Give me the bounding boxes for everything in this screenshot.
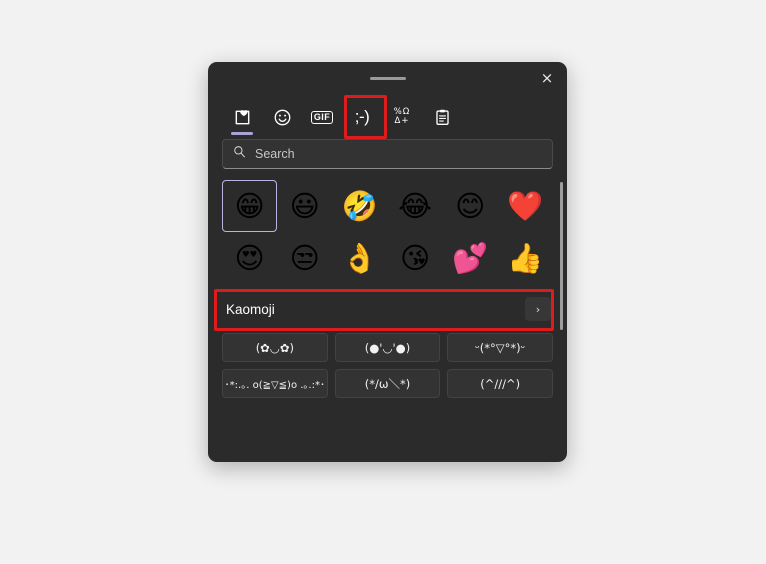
vertical-scrollbar[interactable]: [560, 182, 563, 462]
panel-titlebar: ×: [208, 62, 567, 94]
clipboard-heart-icon: [233, 108, 252, 127]
symbols-icon-bottom: Δ+: [394, 116, 410, 126]
emoji-cell[interactable]: 👌: [332, 232, 387, 284]
kaomoji-tile[interactable]: ･*:.｡. o(≧▽≦)o .｡.:*･: [222, 369, 328, 398]
tab-symbols[interactable]: %Ω Δ+: [382, 98, 422, 136]
kaomoji-tile[interactable]: ᵕ(*°▽°*)ᵕ: [447, 333, 553, 362]
emoji-cell[interactable]: 👍: [498, 232, 553, 284]
emoji-cell[interactable]: 😘: [388, 232, 443, 284]
emoji-cell[interactable]: 💕: [443, 232, 498, 284]
kaomoji-tile[interactable]: (●'◡'●): [334, 333, 441, 362]
tab-emoji[interactable]: [262, 98, 302, 136]
wink-face-icon: ;-): [354, 107, 370, 126]
emoji-cell[interactable]: 😁: [222, 180, 278, 232]
kaomoji-tile[interactable]: (*/ω＼*): [334, 369, 441, 398]
emoji-cell[interactable]: 😍: [222, 232, 277, 284]
tab-recently-used[interactable]: [222, 98, 262, 136]
tab-gif[interactable]: GIF: [302, 98, 342, 136]
kaomoji-grid: (✿◡✿) (●'◡'●) ᵕ(*°▽°*)ᵕ ･*:.｡. o(≧▽≦)o .…: [222, 333, 553, 398]
drag-handle[interactable]: [369, 77, 406, 80]
chevron-right-icon[interactable]: ›: [525, 297, 551, 321]
smiley-icon: [273, 108, 292, 127]
emoji-cell[interactable]: 😒: [277, 232, 332, 284]
emoji-cell[interactable]: 😊: [443, 180, 498, 232]
emoji-grid: 😁 😃 🤣 😂 😊 ❤️ 😍 😒 👌 😘 💕 👍: [222, 180, 553, 284]
search-section: Search: [208, 136, 567, 169]
tab-clipboard-history[interactable]: [422, 98, 462, 136]
emoji-cell[interactable]: ❤️: [498, 180, 553, 232]
tab-kaomoji[interactable]: ;-): [342, 95, 387, 139]
kaomoji-section-title: Kaomoji: [226, 301, 275, 317]
kaomoji-tile[interactable]: (✿◡✿): [222, 333, 328, 362]
kaomoji-section-header[interactable]: Kaomoji ›: [214, 289, 554, 331]
emoji-cell[interactable]: 🤣: [332, 180, 387, 232]
emoji-cell[interactable]: 😂: [388, 180, 443, 232]
kaomoji-tile[interactable]: (^///^): [447, 369, 553, 398]
gif-icon: GIF: [310, 110, 334, 124]
search-input[interactable]: Search: [222, 139, 553, 169]
active-tab-indicator: [231, 132, 253, 135]
close-button[interactable]: ×: [533, 66, 561, 90]
scrollbar-thumb[interactable]: [560, 182, 563, 330]
search-placeholder: Search: [255, 147, 295, 161]
emoji-panel: × GIF ;-) %Ω Δ+ Search 😁 😃 🤣 😂 😊 ❤️ 😍 😒 …: [208, 62, 567, 462]
search-icon: [233, 145, 246, 163]
emoji-scroll-area: 😁 😃 🤣 😂 😊 ❤️ 😍 😒 👌 😘 💕 👍 Kaomoji › (✿◡✿)…: [208, 180, 567, 462]
tab-strip: GIF ;-) %Ω Δ+: [208, 94, 567, 139]
symbols-icon: %Ω Δ+: [394, 108, 411, 126]
clipboard-icon: [433, 108, 452, 127]
emoji-cell[interactable]: 😃: [277, 180, 332, 232]
